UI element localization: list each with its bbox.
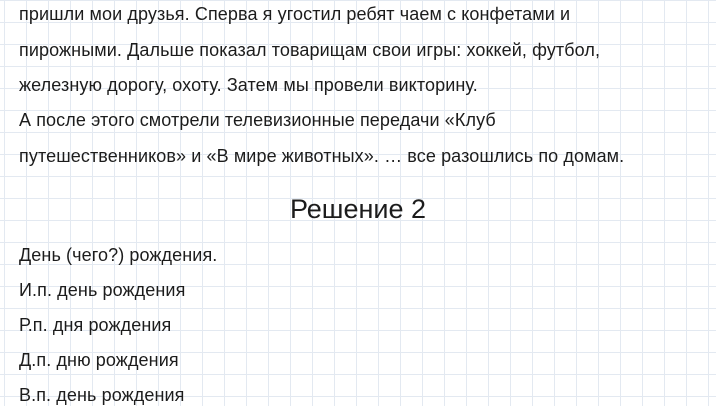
passage-line: пирожными. Дальше показал товарищам свои…	[19, 40, 601, 60]
solution-title: Решение 2	[289, 194, 427, 224]
solution-line: И.п. день рождения	[19, 280, 186, 300]
solution-line: Д.п. дню рождения	[19, 350, 179, 370]
solution-line: Р.п. дня рождения	[19, 315, 172, 335]
passage-line: пришли мои друзья. Сперва я угостил ребя…	[19, 4, 571, 24]
solution-line: День (чего?) рождения.	[19, 245, 218, 265]
passage-line: железную дорогу, охоту. Затем мы провели…	[19, 75, 478, 95]
passage-line: А после этого смотрели телевизионные пер…	[19, 110, 496, 130]
solution-line: В.п. день рождения	[19, 385, 185, 405]
passage-line: путешественников» и «В мире животных». ……	[19, 146, 625, 166]
